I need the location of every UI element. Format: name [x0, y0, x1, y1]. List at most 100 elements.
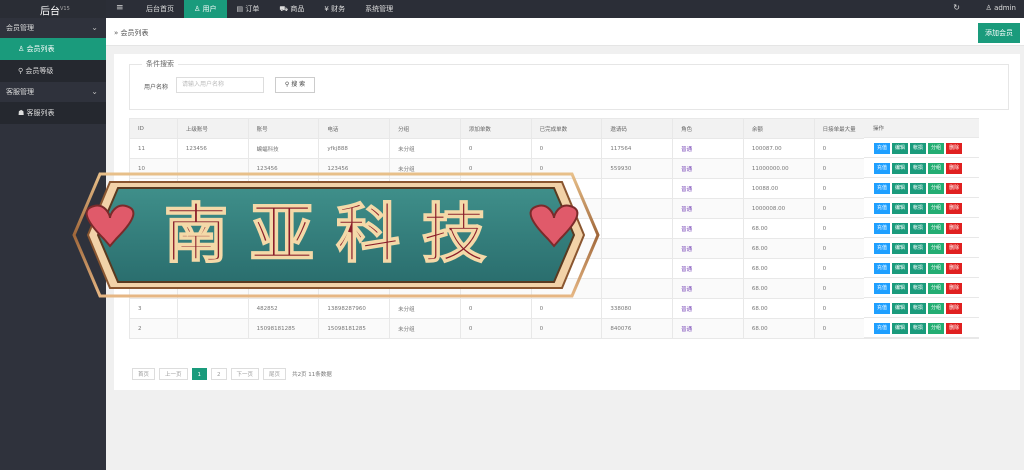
op-button[interactable]: 充值	[874, 223, 891, 234]
table-cell	[601, 198, 674, 219]
op-button[interactable]: 充值	[874, 163, 891, 174]
refresh-icon[interactable]: ↻	[953, 3, 960, 12]
nav-finance[interactable]: ¥ 财务	[314, 0, 355, 18]
op-button[interactable]: 删除	[946, 283, 963, 294]
page-button-1[interactable]: 1	[191, 368, 208, 380]
op-button[interactable]: 帐损	[910, 283, 927, 294]
op-button[interactable]: 删除	[946, 223, 963, 234]
table-cell: 11000000.00	[742, 158, 815, 179]
sidebar-item-member-list[interactable]: ♙ 会员列表	[0, 38, 106, 60]
nav-home[interactable]: 后台首页	[136, 0, 184, 18]
prev-page-button[interactable]: 上一页	[159, 368, 188, 380]
search-button[interactable]: ⚲ 搜 索	[275, 77, 315, 93]
op-button[interactable]: 删除	[946, 263, 963, 274]
column-header: 邀请码	[601, 118, 674, 139]
table-cell: 68.00	[742, 218, 815, 239]
op-button[interactable]: 帐损	[910, 323, 927, 334]
sidebar-group-service[interactable]: 客服管理 ⌄	[0, 82, 106, 102]
menu-icon[interactable]: ≡	[116, 3, 124, 13]
op-button[interactable]: 充值	[874, 203, 891, 214]
op-button[interactable]: 帐损	[910, 223, 927, 234]
op-button[interactable]: 编辑	[892, 223, 909, 234]
op-button[interactable]: 删除	[946, 183, 963, 194]
op-button[interactable]: 编辑	[892, 183, 909, 194]
sidebar-item-label: 会员列表	[26, 45, 55, 53]
table-cell: 840076	[601, 318, 674, 339]
ops-row: 充值 编辑 帐损 分组 删除	[864, 138, 979, 158]
op-button[interactable]: 分组	[928, 143, 945, 154]
op-button[interactable]: 充值	[874, 283, 891, 294]
search-fieldset: 条件搜索 用户名称 请输入用户名称 ⚲ 搜 索	[129, 59, 1009, 110]
nav-products[interactable]: ⛟ 商品	[269, 0, 314, 18]
sidebar-group-members[interactable]: 会员管理 ⌄	[0, 18, 106, 38]
add-member-button[interactable]: 添加会员	[978, 23, 1020, 43]
table-cell: 68.00	[742, 278, 815, 299]
op-button[interactable]: 删除	[946, 243, 963, 254]
table-cell: 蝙蝠科技	[247, 138, 320, 159]
op-button[interactable]: 帐损	[910, 163, 927, 174]
nav-orders[interactable]: ▤ 订单	[227, 0, 270, 18]
op-button[interactable]: 充值	[874, 183, 891, 194]
op-button[interactable]: 删除	[946, 203, 963, 214]
op-button[interactable]: 删除	[946, 163, 963, 174]
last-page-button[interactable]: 尾页	[263, 368, 287, 380]
op-button[interactable]: 充值	[874, 143, 891, 154]
op-button[interactable]: 充值	[874, 243, 891, 254]
op-button[interactable]: 充值	[874, 263, 891, 274]
op-button[interactable]: 帐损	[910, 203, 927, 214]
op-button[interactable]: 编辑	[892, 283, 909, 294]
ops-row: 充值 编辑 帐损 分组 删除	[864, 198, 979, 218]
table-cell: 普通	[672, 158, 744, 179]
op-button[interactable]: 编辑	[892, 203, 909, 214]
op-button[interactable]: 分组	[928, 323, 945, 334]
op-button[interactable]: 删除	[946, 323, 963, 334]
op-button[interactable]: 分组	[928, 223, 945, 234]
user-name: admin	[994, 4, 1016, 12]
op-button[interactable]: 分组	[928, 303, 945, 314]
op-button[interactable]: 编辑	[892, 143, 909, 154]
op-button[interactable]: 编辑	[892, 243, 909, 254]
op-button[interactable]: 删除	[946, 143, 963, 154]
table-cell: 普通	[672, 198, 744, 219]
op-button[interactable]: 帐损	[910, 243, 927, 254]
op-button[interactable]: 编辑	[892, 303, 909, 314]
op-button[interactable]: 分组	[928, 183, 945, 194]
pagination: 首页 上一页 1 2 下一页 尾页 共2页 11条数据	[132, 368, 332, 380]
op-button[interactable]: 分组	[928, 163, 945, 174]
column-header: 已完成单数	[530, 118, 603, 139]
op-button[interactable]: 帐损	[910, 143, 927, 154]
table-cell: 68.00	[742, 258, 815, 279]
ops-row: 充值 编辑 帐损 分组 删除	[864, 258, 979, 278]
op-button[interactable]: 充值	[874, 323, 891, 334]
table-cell	[601, 218, 674, 239]
op-button[interactable]: 分组	[928, 243, 945, 254]
op-button[interactable]: 编辑	[892, 323, 909, 334]
page-button-2[interactable]: 2	[211, 368, 227, 380]
user-menu[interactable]: ♙ admin	[986, 4, 1016, 12]
op-button[interactable]: 分组	[928, 263, 945, 274]
op-button[interactable]: 编辑	[892, 263, 909, 274]
table-cell: 0	[459, 318, 532, 339]
table-cell: 普通	[672, 138, 744, 159]
nav-label: 商品	[290, 5, 305, 13]
op-button[interactable]: 充值	[874, 303, 891, 314]
sidebar-item-member-level[interactable]: ⚲ 会员等级	[0, 60, 106, 82]
op-button[interactable]: 分组	[928, 203, 945, 214]
nav-system[interactable]: 系统管理	[355, 0, 403, 18]
sidebar-item-service-list[interactable]: ☗ 客服列表	[0, 102, 106, 124]
op-button[interactable]: 帐损	[910, 263, 927, 274]
op-button[interactable]: 编辑	[892, 163, 909, 174]
op-button[interactable]: 删除	[946, 303, 963, 314]
logo-text: 后台	[40, 6, 60, 18]
op-button[interactable]: 帐损	[910, 303, 927, 314]
nav-users[interactable]: ♙ 用户	[184, 0, 227, 18]
table-cell: 1000008.00	[742, 198, 815, 219]
search-input[interactable]: 请输入用户名称	[176, 77, 264, 93]
ops-row: 充值 编辑 帐损 分组 删除	[864, 298, 979, 318]
nav-label: 财务	[331, 5, 346, 13]
first-page-button[interactable]: 首页	[132, 368, 156, 380]
table-cell: 338080	[601, 298, 674, 319]
next-page-button[interactable]: 下一页	[230, 368, 260, 380]
op-button[interactable]: 帐损	[910, 183, 927, 194]
op-button[interactable]: 分组	[928, 283, 945, 294]
